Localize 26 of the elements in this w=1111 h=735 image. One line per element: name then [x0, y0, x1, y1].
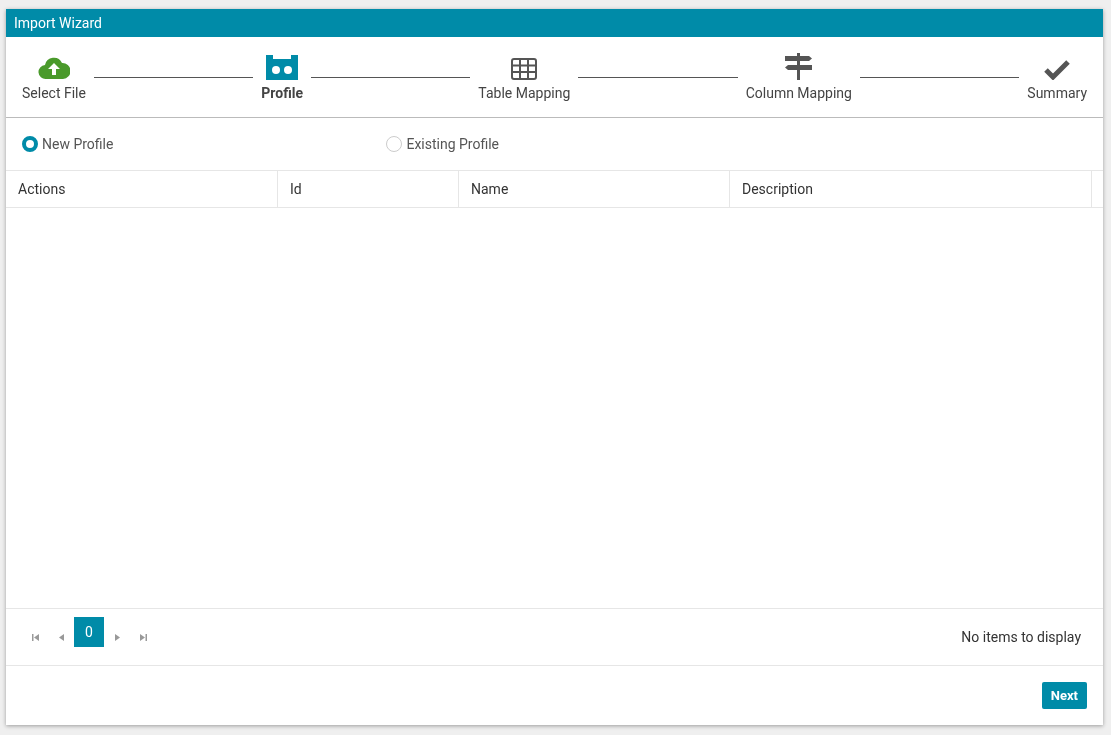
last-page-icon[interactable] [138, 632, 148, 642]
window-title: Import Wizard [6, 9, 1103, 37]
cloud-upload-icon [37, 56, 70, 80]
radio-label[interactable]: New Profile [42, 136, 114, 152]
step-label[interactable]: Summary [1027, 85, 1088, 101]
column-header[interactable]: Id [278, 171, 459, 207]
first-page-icon[interactable] [30, 632, 40, 642]
column-header[interactable]: Description [730, 171, 1092, 207]
page-button[interactable]: 0 [74, 617, 104, 647]
table-icon [511, 58, 538, 80]
column-header[interactable]: Name [459, 171, 730, 207]
next-page-icon[interactable] [112, 632, 122, 642]
step-label[interactable]: Column Mapping [745, 85, 852, 101]
profile-icon [266, 55, 299, 80]
checkmark-icon [1044, 60, 1071, 80]
step-label[interactable]: Select File [22, 85, 86, 101]
step-label[interactable]: Profile [261, 85, 303, 101]
previous-page-icon[interactable] [56, 632, 66, 642]
column-header[interactable]: Actions [6, 171, 278, 207]
signpost-icon [785, 53, 813, 80]
radio-button[interactable] [22, 136, 38, 152]
pager-status: No items to display [961, 629, 1081, 645]
step-label[interactable]: Table Mapping [478, 85, 571, 101]
radio-label[interactable]: Existing Profile [406, 136, 499, 152]
radio-button[interactable] [386, 136, 403, 152]
next-button[interactable]: Next [1041, 682, 1087, 709]
